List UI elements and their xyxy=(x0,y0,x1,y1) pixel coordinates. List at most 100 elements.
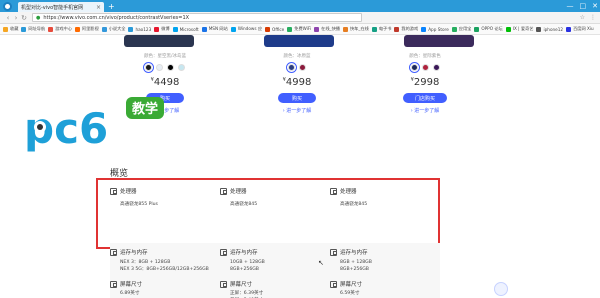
bookmark-favicon-icon xyxy=(394,26,400,32)
color-swatches xyxy=(110,64,220,71)
bookmark-item[interactable]: iphone12 xyxy=(536,26,563,32)
bookmark-favicon-icon xyxy=(154,26,160,32)
bookmark-favicon-icon xyxy=(314,26,320,32)
color-swatches xyxy=(370,64,480,71)
learn-more-link[interactable]: › 进一步了解 xyxy=(370,107,480,114)
color-swatch[interactable] xyxy=(410,64,418,71)
bookmark-item[interactable]: 免费WiFi xyxy=(287,26,311,32)
reload-button[interactable]: ↻ xyxy=(20,14,28,22)
screen-icon xyxy=(220,280,227,288)
color-tag: 颜色：星空黑/冰岛蓝 xyxy=(143,54,186,59)
bookmark-favicon-icon xyxy=(172,26,178,32)
phone-image-3 xyxy=(404,35,474,47)
color-tag: 颜色：星际紫色 xyxy=(409,54,441,59)
bookmark-item[interactable]: 应用宝 xyxy=(451,26,471,32)
price: ¥2998 xyxy=(410,77,440,88)
menu-icon[interactable]: ⋮ xyxy=(590,14,596,21)
address-bar: ‹ › ↻ ● https://www.vivo.com.cn/vivo/pro… xyxy=(0,12,600,24)
browser-logo-icon[interactable] xyxy=(3,1,12,11)
color-tag: 颜色：冰原蓝 xyxy=(283,54,311,59)
bookmark-favicon-icon xyxy=(201,26,207,32)
memory-icon xyxy=(220,248,227,256)
browser-tab[interactable]: 机型对比-vivo智能手机官网 × xyxy=(18,2,104,12)
bookmark-item[interactable]: 阿里影视 xyxy=(74,26,99,32)
phone-image-2 xyxy=(264,35,334,47)
new-tab-button[interactable]: + xyxy=(108,2,115,11)
browser-titlebar: 机型对比-vivo智能手机官网 × + — □ ✕ xyxy=(0,0,600,12)
bookmark-item[interactable]: 网址导航 xyxy=(21,26,45,32)
bookmark-favicon-icon xyxy=(505,26,511,32)
price: ¥4998 xyxy=(282,77,312,88)
bookmark-item[interactable]: 游戏中心 xyxy=(48,26,72,32)
bookmark-favicon-icon xyxy=(536,26,542,32)
mouse-cursor-icon: ↖ xyxy=(318,259,324,267)
maximize-button[interactable]: □ xyxy=(580,2,587,10)
bookmark-item[interactable]: 在线_快播 xyxy=(314,26,340,32)
bookmark-favicon-icon xyxy=(21,26,27,32)
bookmark-item[interactable]: 我的游戏 xyxy=(394,26,418,32)
memory-icon xyxy=(110,248,117,256)
learn-more-link[interactable]: › 进一步了解 xyxy=(242,107,352,114)
bookmark-item[interactable]: 小说大全 xyxy=(101,26,125,32)
bookmark-favicon-icon xyxy=(128,26,134,32)
price: ¥4498 xyxy=(150,77,180,88)
bookmark-favicon-icon xyxy=(371,26,377,32)
bookmark-item[interactable]: App Store xyxy=(421,26,449,32)
close-window-button[interactable]: ✕ xyxy=(592,2,598,10)
phone-column-2: 颜色：冰原蓝 ¥4998 购买 › 进一步了解 xyxy=(242,53,352,114)
bookmark-item[interactable]: OPPO 论坛 xyxy=(474,26,503,32)
color-swatch[interactable] xyxy=(178,64,185,71)
memory-row: 运存与内存 NEX 3：8GB + 128GB NEX 3 5G：8GB+256G… xyxy=(110,248,440,273)
screen-icon xyxy=(110,280,117,288)
bookmark-item[interactable]: Windows 应 xyxy=(230,26,262,32)
page-content: 颜色：星空黑/冰岛蓝 ¥4498 购买 › 进一步了解 颜色：冰原蓝 ¥4998… xyxy=(0,35,600,298)
url-input[interactable]: ● https://www.vivo.com.cn/vivo/product/c… xyxy=(32,13,362,22)
bookmark-favicon-icon xyxy=(3,26,8,32)
close-icon[interactable]: × xyxy=(96,4,101,11)
bookmark-favicon-icon xyxy=(342,26,348,32)
color-swatch[interactable] xyxy=(156,64,163,71)
color-swatch[interactable] xyxy=(421,64,429,71)
bookmark-item[interactable]: hao123 xyxy=(128,26,151,32)
pc6-watermark-logo: pc6 教学 xyxy=(24,97,164,153)
store-buy-button[interactable]: 门店购买 xyxy=(403,93,447,103)
buy-button[interactable]: 购买 xyxy=(278,93,316,103)
color-swatch[interactable] xyxy=(167,64,174,71)
color-swatch[interactable] xyxy=(299,64,306,71)
phone-image-1 xyxy=(124,35,194,47)
help-chat-button[interactable] xyxy=(494,282,508,296)
spec-value: 10GB + 128GB 8GB+256GB xyxy=(230,260,265,272)
bookmark-item[interactable]: 快车_在线 xyxy=(342,26,369,32)
color-swatch[interactable] xyxy=(288,64,295,71)
bookmark-favicon-icon xyxy=(230,26,236,32)
bookmark-item[interactable]: IX | 爱奇艺 xyxy=(505,26,533,32)
color-swatches xyxy=(242,64,352,71)
bookmark-item[interactable]: Office xyxy=(265,26,284,32)
spec-value: NEX 3：8GB + 128GB NEX 3 5G：8GB+256GB/12G… xyxy=(120,260,209,272)
bookmark-item[interactable]: 微博 xyxy=(154,26,170,32)
spec-value: 8GB + 128GB 8GB+256GB xyxy=(340,260,372,272)
bookmark-favicon-icon xyxy=(74,26,80,32)
watermark-badge: 教学 xyxy=(131,101,158,117)
lock-icon: ● xyxy=(36,14,41,21)
bookmark-favicon-icon xyxy=(265,26,271,32)
bookmark-item[interactable]: Microsoft xyxy=(172,26,199,32)
minimize-button[interactable]: — xyxy=(567,2,574,10)
bookmark-item[interactable]: 电子书 xyxy=(371,26,391,32)
bookmark-item[interactable]: 百度网 Xiu xyxy=(566,26,594,32)
back-button[interactable]: ‹ xyxy=(4,14,12,22)
tab-title: 机型对比-vivo智能手机官网 xyxy=(21,4,84,11)
camera-row: 相机 相机 相机 xyxy=(110,292,440,298)
bookmark-favicon-icon xyxy=(48,26,54,32)
forward-button[interactable]: › xyxy=(12,14,20,22)
color-swatch[interactable] xyxy=(432,64,440,71)
memory-icon xyxy=(330,248,337,256)
bookmark-item[interactable]: MSN 网站 xyxy=(201,26,228,32)
bookmark-item[interactable]: 收藏 xyxy=(3,26,18,32)
bookmark-favicon-icon xyxy=(474,26,480,32)
bookmark-favicon-icon xyxy=(566,26,572,32)
color-swatch[interactable] xyxy=(145,64,152,71)
bookmark-favicon-icon xyxy=(287,26,293,32)
star-icon[interactable]: ☆ xyxy=(580,14,585,21)
bookmark-favicon-icon xyxy=(101,26,107,32)
